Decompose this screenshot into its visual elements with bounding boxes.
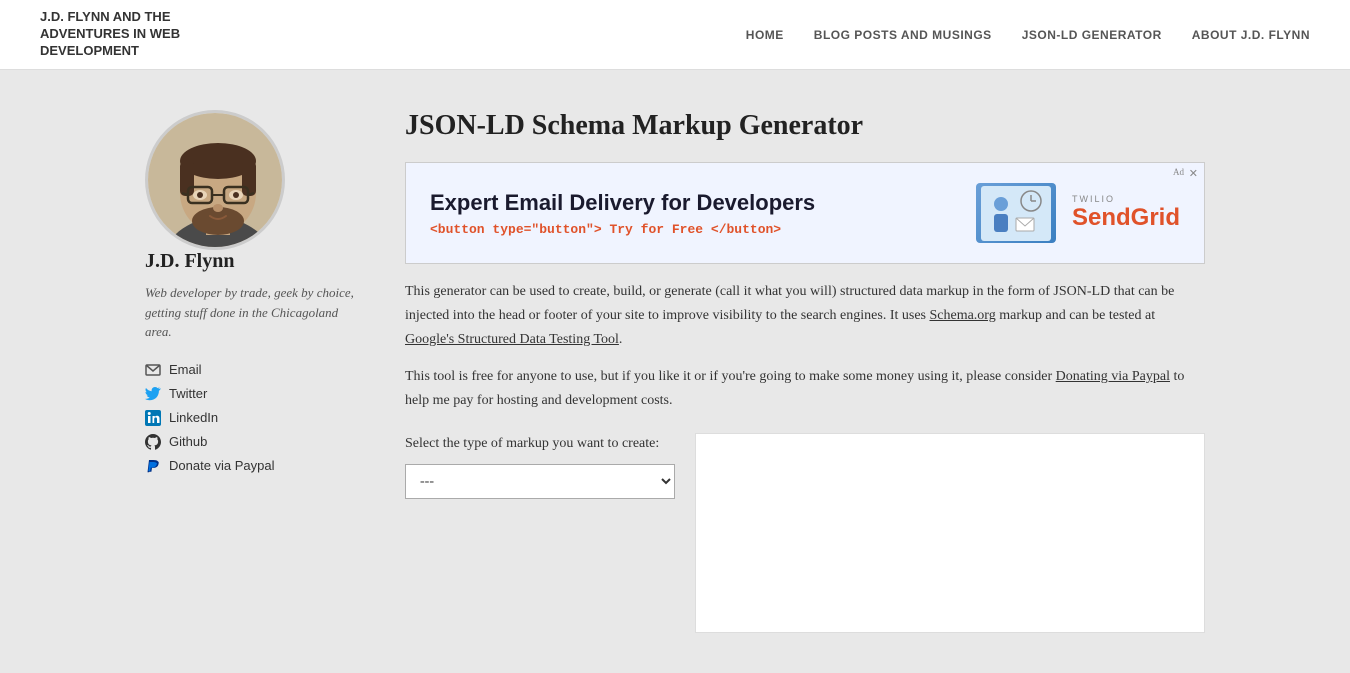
donate-paypal-link[interactable]: Donating via Paypal [1056,369,1170,384]
sidebar-link-email: Email [145,362,365,378]
page-wrapper: J.D. Flynn Web developer by trade, geek … [125,70,1225,673]
ad-button-code: <button type="button"> Try for Free </bu… [430,222,815,237]
ad-right: TWILIO SendGrid [976,183,1180,243]
site-title: J.D. FLYNN AND THE ADVENTURES IN WEB DEV… [40,9,220,60]
description-paragraph-1: This generator can be used to create, bu… [405,280,1205,351]
nav-about[interactable]: ABOUT J.D. FLYNN [1192,28,1310,42]
ad-headline: Expert Email Delivery for Developers [430,190,815,216]
sendgrid-twilio: TWILIO [1072,194,1115,204]
sidebar-links: Email Twitter [145,362,365,474]
ad-illustration [976,183,1056,243]
ad-close-icon[interactable]: ✕ [1189,167,1198,180]
sidebar-link-paypal: Donate via Paypal [145,458,365,474]
schema-org-link[interactable]: Schema.org [929,308,995,323]
email-link[interactable]: Email [169,362,202,377]
ad-left: Expert Email Delivery for Developers <bu… [430,190,815,237]
sendgrid-name-grid: Grid [1131,204,1180,231]
twitter-link[interactable]: Twitter [169,386,207,401]
google-testing-link[interactable]: Google's Structured Data Testing Tool [405,332,619,347]
main-nav: HOME BLOG POSTS AND MUSINGS JSON-LD GENE… [746,28,1310,42]
linkedin-icon [145,410,161,426]
sidebar-bio: Web developer by trade, geek by choice, … [145,283,365,342]
twitter-icon [145,386,161,402]
sendgrid-name-send: Send [1072,204,1131,231]
sidebar-link-twitter: Twitter [145,386,365,402]
nav-blog[interactable]: BLOG POSTS AND MUSINGS [814,28,992,42]
nav-jsonld[interactable]: JSON-LD GENERATOR [1022,28,1162,42]
github-link[interactable]: Github [169,434,207,449]
markup-type-select[interactable]: --- [405,464,675,499]
markup-type-label-text: Select the type of markup you want to cr… [405,436,659,451]
ad-button-code-open: <button type="button"> [430,222,602,237]
sendgrid-logo: TWILIO SendGrid [1072,194,1180,232]
sidebar: J.D. Flynn Web developer by trade, geek … [145,110,365,633]
sidebar-link-linkedin: LinkedIn [145,410,365,426]
generator-output [695,433,1205,633]
sidebar-link-github: Github [145,434,365,450]
ad-try-label: Try for Free [609,222,703,237]
page-title: JSON-LD Schema Markup Generator [405,110,1205,142]
paypal-link[interactable]: Donate via Paypal [169,458,275,473]
ad-button-code-close: </button> [711,222,781,237]
paypal-icon [145,458,161,474]
generator-area: Select the type of markup you want to cr… [405,433,1205,633]
github-icon [145,434,161,450]
sidebar-author-name: J.D. Flynn [145,250,365,273]
generator-left: Select the type of markup you want to cr… [405,433,675,633]
nav-home[interactable]: HOME [746,28,784,42]
markup-type-label: Select the type of markup you want to cr… [405,433,675,454]
main-content: JSON-LD Schema Markup Generator Ad ✕ Exp… [405,110,1205,633]
email-icon [145,362,161,378]
ad-badge: Ad [1173,167,1184,177]
description-paragraph-2: This tool is free for anyone to use, but… [405,365,1205,413]
linkedin-link[interactable]: LinkedIn [169,410,218,425]
ad-banner: Ad ✕ Expert Email Delivery for Developer… [405,162,1205,264]
avatar [145,110,285,250]
site-header: J.D. FLYNN AND THE ADVENTURES IN WEB DEV… [0,0,1350,70]
sendgrid-name: SendGrid [1072,204,1180,232]
